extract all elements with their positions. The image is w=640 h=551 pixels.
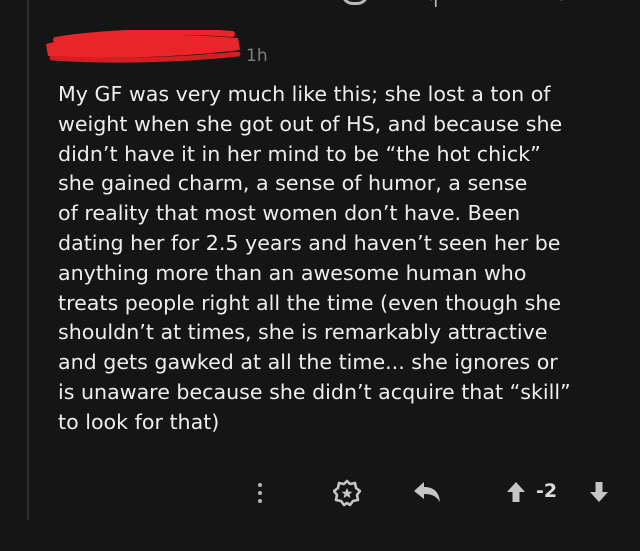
thread-line[interactable] [27, 0, 29, 520]
comment-action-bar: -2 [0, 474, 640, 510]
previous-award-icon[interactable] [341, 0, 369, 5]
more-options-icon[interactable] [250, 478, 270, 508]
award-icon[interactable] [333, 479, 361, 507]
reply-icon[interactable] [412, 480, 442, 504]
comment-timestamp: 1h [246, 46, 268, 66]
previous-comment-action-bar: ⋮ ↰ 6 [0, 0, 640, 16]
comment-body: My GF was very much like this; she lost … [58, 82, 571, 434]
redacted-username [42, 30, 242, 64]
downvote-arrow-icon[interactable] [589, 481, 609, 503]
upvote-arrow-icon[interactable] [506, 481, 526, 503]
comment-score: -2 [536, 480, 558, 502]
previous-reply-icon[interactable]: ↰ [424, 0, 441, 12]
